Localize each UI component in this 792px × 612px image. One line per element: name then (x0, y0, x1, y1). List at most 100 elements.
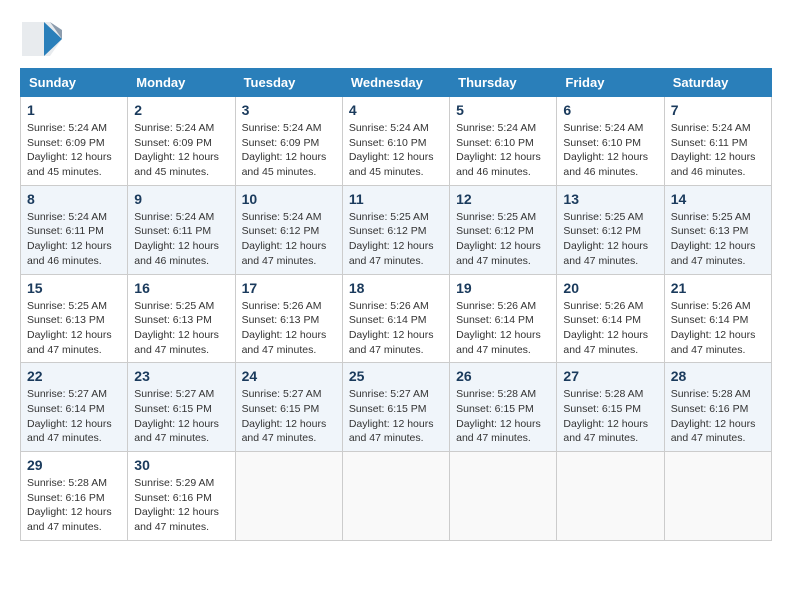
day-number: 12 (456, 191, 550, 207)
calendar-cell: 7 Sunrise: 5:24 AMSunset: 6:11 PMDayligh… (664, 97, 771, 186)
day-number: 10 (242, 191, 336, 207)
calendar-cell: 15 Sunrise: 5:25 AMSunset: 6:13 PMDaylig… (21, 274, 128, 363)
day-info: Sunrise: 5:24 AMSunset: 6:11 PMDaylight:… (671, 122, 756, 178)
day-number: 24 (242, 368, 336, 384)
day-number: 22 (27, 368, 121, 384)
calendar-cell: 26 Sunrise: 5:28 AMSunset: 6:15 PMDaylig… (450, 363, 557, 452)
calendar-cell: 23 Sunrise: 5:27 AMSunset: 6:15 PMDaylig… (128, 363, 235, 452)
day-info: Sunrise: 5:26 AMSunset: 6:14 PMDaylight:… (349, 300, 434, 356)
weekday-header-wednesday: Wednesday (342, 69, 449, 97)
day-info: Sunrise: 5:24 AMSunset: 6:09 PMDaylight:… (27, 122, 112, 178)
day-info: Sunrise: 5:28 AMSunset: 6:16 PMDaylight:… (27, 477, 112, 533)
day-info: Sunrise: 5:25 AMSunset: 6:12 PMDaylight:… (563, 211, 648, 267)
calendar-cell: 2 Sunrise: 5:24 AMSunset: 6:09 PMDayligh… (128, 97, 235, 186)
calendar-cell: 28 Sunrise: 5:28 AMSunset: 6:16 PMDaylig… (664, 363, 771, 452)
day-number: 4 (349, 102, 443, 118)
calendar-week-row: 29 Sunrise: 5:28 AMSunset: 6:16 PMDaylig… (21, 452, 772, 541)
day-info: Sunrise: 5:27 AMSunset: 6:14 PMDaylight:… (27, 388, 112, 444)
day-number: 13 (563, 191, 657, 207)
calendar-week-row: 8 Sunrise: 5:24 AMSunset: 6:11 PMDayligh… (21, 185, 772, 274)
day-info: Sunrise: 5:25 AMSunset: 6:13 PMDaylight:… (27, 300, 112, 356)
day-number: 27 (563, 368, 657, 384)
day-info: Sunrise: 5:24 AMSunset: 6:11 PMDaylight:… (134, 211, 219, 267)
day-number: 2 (134, 102, 228, 118)
calendar-cell: 6 Sunrise: 5:24 AMSunset: 6:10 PMDayligh… (557, 97, 664, 186)
day-number: 20 (563, 280, 657, 296)
day-info: Sunrise: 5:26 AMSunset: 6:14 PMDaylight:… (456, 300, 541, 356)
day-info: Sunrise: 5:24 AMSunset: 6:10 PMDaylight:… (349, 122, 434, 178)
day-info: Sunrise: 5:24 AMSunset: 6:10 PMDaylight:… (456, 122, 541, 178)
calendar-cell: 17 Sunrise: 5:26 AMSunset: 6:13 PMDaylig… (235, 274, 342, 363)
day-info: Sunrise: 5:28 AMSunset: 6:15 PMDaylight:… (563, 388, 648, 444)
calendar-cell: 24 Sunrise: 5:27 AMSunset: 6:15 PMDaylig… (235, 363, 342, 452)
day-number: 15 (27, 280, 121, 296)
day-info: Sunrise: 5:24 AMSunset: 6:09 PMDaylight:… (134, 122, 219, 178)
calendar-cell (342, 452, 449, 541)
calendar-cell: 3 Sunrise: 5:24 AMSunset: 6:09 PMDayligh… (235, 97, 342, 186)
weekday-header-friday: Friday (557, 69, 664, 97)
day-info: Sunrise: 5:27 AMSunset: 6:15 PMDaylight:… (349, 388, 434, 444)
day-info: Sunrise: 5:24 AMSunset: 6:09 PMDaylight:… (242, 122, 327, 178)
calendar-cell: 19 Sunrise: 5:26 AMSunset: 6:14 PMDaylig… (450, 274, 557, 363)
calendar-cell: 5 Sunrise: 5:24 AMSunset: 6:10 PMDayligh… (450, 97, 557, 186)
day-info: Sunrise: 5:26 AMSunset: 6:14 PMDaylight:… (563, 300, 648, 356)
calendar-cell: 27 Sunrise: 5:28 AMSunset: 6:15 PMDaylig… (557, 363, 664, 452)
day-info: Sunrise: 5:29 AMSunset: 6:16 PMDaylight:… (134, 477, 219, 533)
day-info: Sunrise: 5:27 AMSunset: 6:15 PMDaylight:… (242, 388, 327, 444)
calendar-cell: 4 Sunrise: 5:24 AMSunset: 6:10 PMDayligh… (342, 97, 449, 186)
weekday-header-sunday: Sunday (21, 69, 128, 97)
calendar-cell (235, 452, 342, 541)
day-info: Sunrise: 5:25 AMSunset: 6:12 PMDaylight:… (456, 211, 541, 267)
day-info: Sunrise: 5:25 AMSunset: 6:13 PMDaylight:… (671, 211, 756, 267)
day-info: Sunrise: 5:24 AMSunset: 6:11 PMDaylight:… (27, 211, 112, 267)
day-info: Sunrise: 5:24 AMSunset: 6:12 PMDaylight:… (242, 211, 327, 267)
day-number: 9 (134, 191, 228, 207)
weekday-header-saturday: Saturday (664, 69, 771, 97)
calendar-cell: 22 Sunrise: 5:27 AMSunset: 6:14 PMDaylig… (21, 363, 128, 452)
day-info: Sunrise: 5:26 AMSunset: 6:13 PMDaylight:… (242, 300, 327, 356)
day-info: Sunrise: 5:26 AMSunset: 6:14 PMDaylight:… (671, 300, 756, 356)
day-number: 7 (671, 102, 765, 118)
day-number: 14 (671, 191, 765, 207)
day-number: 3 (242, 102, 336, 118)
day-number: 1 (27, 102, 121, 118)
day-number: 8 (27, 191, 121, 207)
day-number: 28 (671, 368, 765, 384)
day-info: Sunrise: 5:25 AMSunset: 6:13 PMDaylight:… (134, 300, 219, 356)
day-info: Sunrise: 5:28 AMSunset: 6:15 PMDaylight:… (456, 388, 541, 444)
day-number: 25 (349, 368, 443, 384)
calendar-cell: 12 Sunrise: 5:25 AMSunset: 6:12 PMDaylig… (450, 185, 557, 274)
day-info: Sunrise: 5:28 AMSunset: 6:16 PMDaylight:… (671, 388, 756, 444)
day-number: 16 (134, 280, 228, 296)
day-number: 6 (563, 102, 657, 118)
calendar-cell: 13 Sunrise: 5:25 AMSunset: 6:12 PMDaylig… (557, 185, 664, 274)
calendar-cell (664, 452, 771, 541)
day-number: 5 (456, 102, 550, 118)
weekday-header-tuesday: Tuesday (235, 69, 342, 97)
calendar-cell: 16 Sunrise: 5:25 AMSunset: 6:13 PMDaylig… (128, 274, 235, 363)
calendar-cell: 21 Sunrise: 5:26 AMSunset: 6:14 PMDaylig… (664, 274, 771, 363)
calendar-table: SundayMondayTuesdayWednesdayThursdayFrid… (20, 68, 772, 541)
logo-icon (20, 20, 62, 58)
weekday-header-monday: Monday (128, 69, 235, 97)
day-number: 18 (349, 280, 443, 296)
day-number: 30 (134, 457, 228, 473)
calendar-cell: 20 Sunrise: 5:26 AMSunset: 6:14 PMDaylig… (557, 274, 664, 363)
day-info: Sunrise: 5:25 AMSunset: 6:12 PMDaylight:… (349, 211, 434, 267)
day-number: 23 (134, 368, 228, 384)
logo (20, 20, 70, 58)
calendar-cell: 1 Sunrise: 5:24 AMSunset: 6:09 PMDayligh… (21, 97, 128, 186)
calendar-cell: 25 Sunrise: 5:27 AMSunset: 6:15 PMDaylig… (342, 363, 449, 452)
calendar-cell: 30 Sunrise: 5:29 AMSunset: 6:16 PMDaylig… (128, 452, 235, 541)
day-number: 17 (242, 280, 336, 296)
calendar-cell: 18 Sunrise: 5:26 AMSunset: 6:14 PMDaylig… (342, 274, 449, 363)
calendar-week-row: 22 Sunrise: 5:27 AMSunset: 6:14 PMDaylig… (21, 363, 772, 452)
day-number: 21 (671, 280, 765, 296)
calendar-cell (450, 452, 557, 541)
calendar-cell (557, 452, 664, 541)
day-info: Sunrise: 5:24 AMSunset: 6:10 PMDaylight:… (563, 122, 648, 178)
day-number: 11 (349, 191, 443, 207)
day-number: 19 (456, 280, 550, 296)
calendar-cell: 9 Sunrise: 5:24 AMSunset: 6:11 PMDayligh… (128, 185, 235, 274)
calendar-cell: 10 Sunrise: 5:24 AMSunset: 6:12 PMDaylig… (235, 185, 342, 274)
